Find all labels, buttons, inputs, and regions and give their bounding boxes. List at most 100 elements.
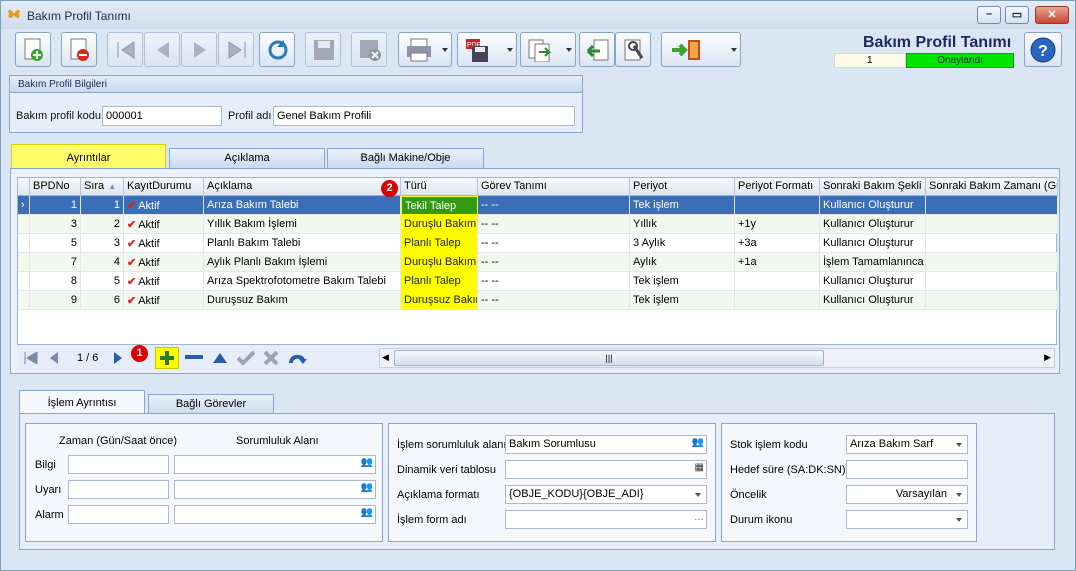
grid-cell-gorev[interactable]: -- -- [478, 196, 630, 215]
add-row-button[interactable] [155, 347, 179, 369]
ellipsis-icon[interactable]: … [694, 512, 704, 523]
col-header[interactable]: Sonraki Bakım Şekli [820, 178, 926, 196]
stock-code-field[interactable]: Arıza Bakım Sarf [846, 435, 968, 454]
alarm-time-field[interactable] [68, 505, 169, 524]
table-row[interactable]: 7 4 ✔ Aktif Aylık Planlı Bakım İşlemi Duruşlu… [18, 253, 1058, 272]
scroll-left-icon[interactable]: ◀ [382, 352, 389, 363]
grid-cell-format[interactable] [735, 272, 820, 291]
tools-button[interactable] [615, 32, 651, 67]
scroll-thumb[interactable]: ||| [394, 350, 824, 366]
row-indicator[interactable] [18, 291, 30, 310]
grid-cell-bpdno[interactable]: 9 [30, 291, 81, 310]
col-header[interactable]: Sonraki Bakım Zamanı (Gün [926, 178, 1058, 196]
minimize-button[interactable]: – [977, 6, 1001, 24]
grid-cell-periyot[interactable]: Tek işlem [630, 291, 735, 310]
grid-cell-bpdno[interactable]: 8 [30, 272, 81, 291]
grid-cell-sekil[interactable]: Kullanıcı Oluşturur [820, 272, 926, 291]
form-name-field[interactable]: … [505, 510, 707, 529]
scroll-right-icon[interactable]: ▶ [1044, 352, 1051, 363]
grid-cell-sekil[interactable]: İşlem Tamamlanınca [820, 253, 926, 272]
col-header[interactable]: Açıklama [204, 178, 401, 196]
next-record-button[interactable] [181, 32, 217, 67]
grid-cell-gorev[interactable]: -- -- [478, 234, 630, 253]
grid-cell-sira[interactable]: 3 [81, 234, 124, 253]
grid-cell-sekil[interactable]: Kullanıcı Oluşturur [820, 215, 926, 234]
prev-page-icon[interactable] [49, 352, 59, 364]
grid-cell-bpdno[interactable]: 7 [30, 253, 81, 272]
grid-cell-turu[interactable]: Planlı Talep [401, 234, 478, 253]
grid-cell[interactable] [926, 272, 1058, 291]
row-indicator[interactable] [18, 215, 30, 234]
tab-linked-machine[interactable]: Bağlı Makine/Obje [327, 148, 484, 168]
save-button[interactable] [305, 32, 341, 67]
profile-name-field[interactable]: Genel Bakım Profili [273, 106, 575, 126]
maximize-button[interactable]: ▭ [1005, 6, 1029, 24]
grid-cell-aciklama[interactable]: Duruşsuz Bakım [204, 291, 401, 310]
grid-cell-bpdno[interactable]: 1 [30, 196, 81, 215]
chevron-down-icon[interactable] [956, 518, 962, 522]
warning-time-field[interactable] [68, 480, 169, 499]
delete-record-button[interactable] [61, 32, 97, 67]
grid-cell-format[interactable]: +1y [735, 215, 820, 234]
grid-cell-sira[interactable]: 4 [81, 253, 124, 272]
grid-cell-format[interactable]: +3a [735, 234, 820, 253]
col-header[interactable]: Türü [401, 178, 478, 196]
grid-cell-periyot[interactable]: 3 Aylık [630, 234, 735, 253]
grid-cell-durum[interactable]: ✔ Aktif [124, 196, 204, 215]
cancel-save-button[interactable] [351, 32, 387, 67]
grid-cell-periyot[interactable]: Tek işlem [630, 272, 735, 291]
grid-cell-gorev[interactable]: -- -- [478, 215, 630, 234]
confirm-row-icon[interactable] [237, 351, 255, 365]
people-picker-icon[interactable]: 👥 [692, 437, 704, 448]
grid-cell-format[interactable] [735, 196, 820, 215]
horizontal-scrollbar[interactable]: ◀ ||| ▶ [379, 348, 1055, 368]
cancel-row-icon[interactable] [264, 351, 278, 365]
target-time-field[interactable] [846, 460, 968, 479]
tab-operation-detail[interactable]: İşlem Ayrıntısı [19, 390, 145, 414]
desc-format-field[interactable]: {OBJE_KODU}{OBJE_ADI} [505, 485, 707, 504]
import-button[interactable] [579, 32, 615, 67]
refresh-row-icon[interactable] [289, 351, 307, 365]
grid-cell-periyot[interactable]: Yıllık [630, 215, 735, 234]
info-time-field[interactable] [68, 455, 169, 474]
export-button[interactable] [520, 32, 576, 67]
priority-select[interactable]: Varsayılan [846, 485, 968, 504]
grid-cell-durum[interactable]: ✔ Aktif [124, 291, 204, 310]
grid-cell-aciklama[interactable]: Arıza Bakım Talebi [204, 196, 401, 215]
grid-cell-turu[interactable]: Tekil Talep [401, 196, 478, 215]
grid-cell-bpdno[interactable]: 5 [30, 234, 81, 253]
table-row[interactable]: 3 2 ✔ Aktif Yıllık Bakım İşlemi Duruşlu Bakım… [18, 215, 1058, 234]
exit-button[interactable] [661, 32, 741, 67]
grid-cell-turu[interactable]: Planlı Talep [401, 272, 478, 291]
warning-responsibility-field[interactable]: 👥 [174, 480, 376, 499]
table-picker-icon[interactable]: ▦ [695, 462, 704, 473]
grid-cell-gorev[interactable]: -- -- [478, 253, 630, 272]
row-indicator[interactable] [18, 234, 30, 253]
grid-cell-aciklama[interactable]: Arıza Spektrofotometre Bakım Talebi [204, 272, 401, 291]
table-row[interactable]: 8 5 ✔ Aktif Arıza Spektrofotometre Bakım Tal… [18, 272, 1058, 291]
grid-cell[interactable] [926, 215, 1058, 234]
tab-description[interactable]: Açıklama [169, 148, 325, 168]
tab-linked-tasks[interactable]: Bağlı Görevler [148, 394, 274, 414]
row-indicator[interactable]: › [18, 196, 30, 215]
col-header[interactable]: Periyot Formatı [735, 178, 820, 196]
people-picker-icon[interactable]: 👥 [361, 457, 373, 468]
grid-cell-format[interactable] [735, 291, 820, 310]
grid-cell-format[interactable]: +1a [735, 253, 820, 272]
grid-cell-sira[interactable]: 2 [81, 215, 124, 234]
grid-cell-gorev[interactable]: -- -- [478, 291, 630, 310]
first-page-icon[interactable] [23, 352, 39, 364]
table-row[interactable]: 9 6 ✔ Aktif Duruşsuz Bakım Duruşsuz Bakım -- -… [18, 291, 1058, 310]
close-window-button[interactable]: ✕ [1035, 6, 1069, 24]
people-picker-icon[interactable]: 👥 [361, 482, 373, 493]
help-button[interactable]: ? [1024, 32, 1062, 67]
grid-cell-periyot[interactable]: Tek işlem [630, 196, 735, 215]
table-row[interactable]: 5 3 ✔ Aktif Planlı Bakım Talebi Planlı Talep -… [18, 234, 1058, 253]
grid-cell-durum[interactable]: ✔ Aktif [124, 215, 204, 234]
people-picker-icon[interactable]: 👥 [361, 507, 373, 518]
next-page-icon[interactable] [113, 352, 123, 364]
grid-cell-durum[interactable]: ✔ Aktif [124, 272, 204, 291]
info-responsibility-field[interactable]: 👥 [174, 455, 376, 474]
grid-cell-turu[interactable]: Duruşlu Bakım [401, 215, 478, 234]
pdf-button[interactable]: PDF [457, 32, 517, 67]
